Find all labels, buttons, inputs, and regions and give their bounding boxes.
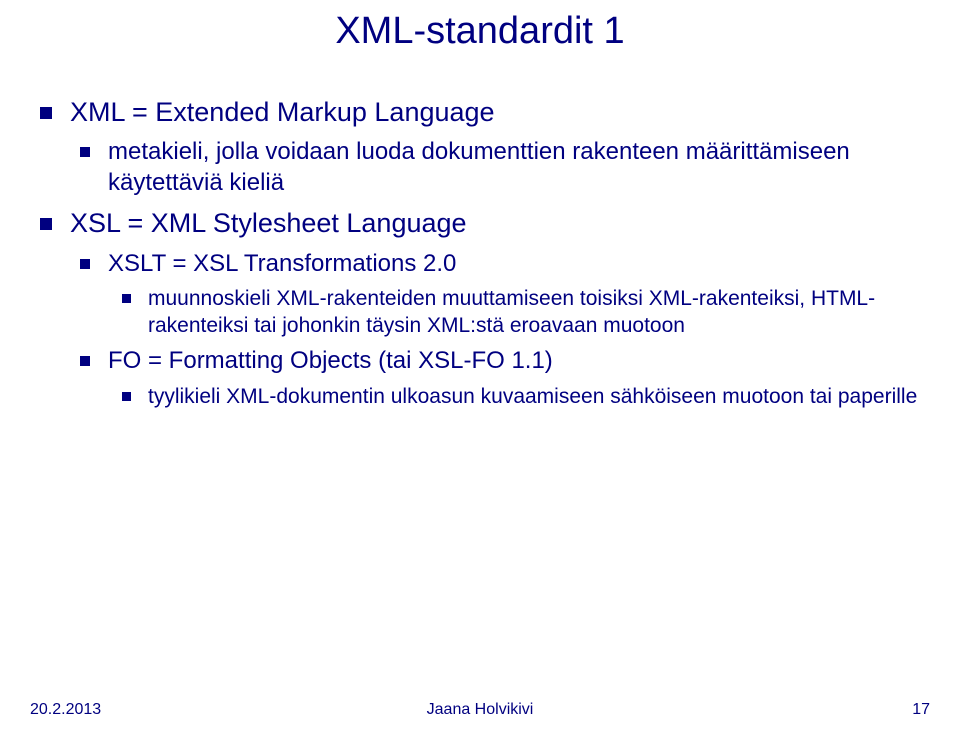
bullet-list-lvl2: metakieli, jolla voidaan luoda dokumentt… [70,136,950,198]
bullet-list-lvl3: muunnoskieli XML-rakenteiden muuttamisee… [108,285,950,340]
list-item: XML = Extended Markup Language metakieli… [35,95,950,198]
list-item: XSL = XML Stylesheet Language XSLT = XSL… [35,206,950,409]
list-item: metakieli, jolla voidaan luoda dokumentt… [70,136,950,198]
list-item: tyylikieli XML-dokumentin ulkoasun kuvaa… [108,383,950,410]
bullet-list-lvl2: XSLT = XSL Transformations 2.0 muunnoski… [70,248,950,410]
bullet-text: metakieli, jolla voidaan luoda dokumentt… [108,138,850,196]
bullet-list-lvl3: tyylikieli XML-dokumentin ulkoasun kuvaa… [108,383,950,410]
bullet-text: XSL = XML Stylesheet Language [70,208,467,238]
list-item: FO = Formatting Objects (tai XSL-FO 1.1)… [70,345,950,409]
slide-content: XML = Extended Markup Language metakieli… [35,95,950,418]
list-item: muunnoskieli XML-rakenteiden muuttamisee… [108,285,950,340]
list-item: XSLT = XSL Transformations 2.0 muunnoski… [70,248,950,340]
footer-page-number: 17 [912,701,930,719]
bullet-list: XML = Extended Markup Language metakieli… [35,95,950,410]
slide-footer: 20.2.2013 Jaana Holvikivi 17 [0,701,960,725]
bullet-text: muunnoskieli XML-rakenteiden muuttamisee… [148,287,875,337]
footer-author: Jaana Holvikivi [0,701,960,719]
slide-title: XML-standardit 1 [0,10,960,53]
bullet-text: XML = Extended Markup Language [70,97,495,127]
bullet-text: tyylikieli XML-dokumentin ulkoasun kuvaa… [148,385,917,408]
bullet-text: XSLT = XSL Transformations 2.0 [108,250,456,277]
bullet-text: FO = Formatting Objects (tai XSL-FO 1.1) [108,347,553,374]
slide: XML-standardit 1 XML = Extended Markup L… [0,0,960,743]
